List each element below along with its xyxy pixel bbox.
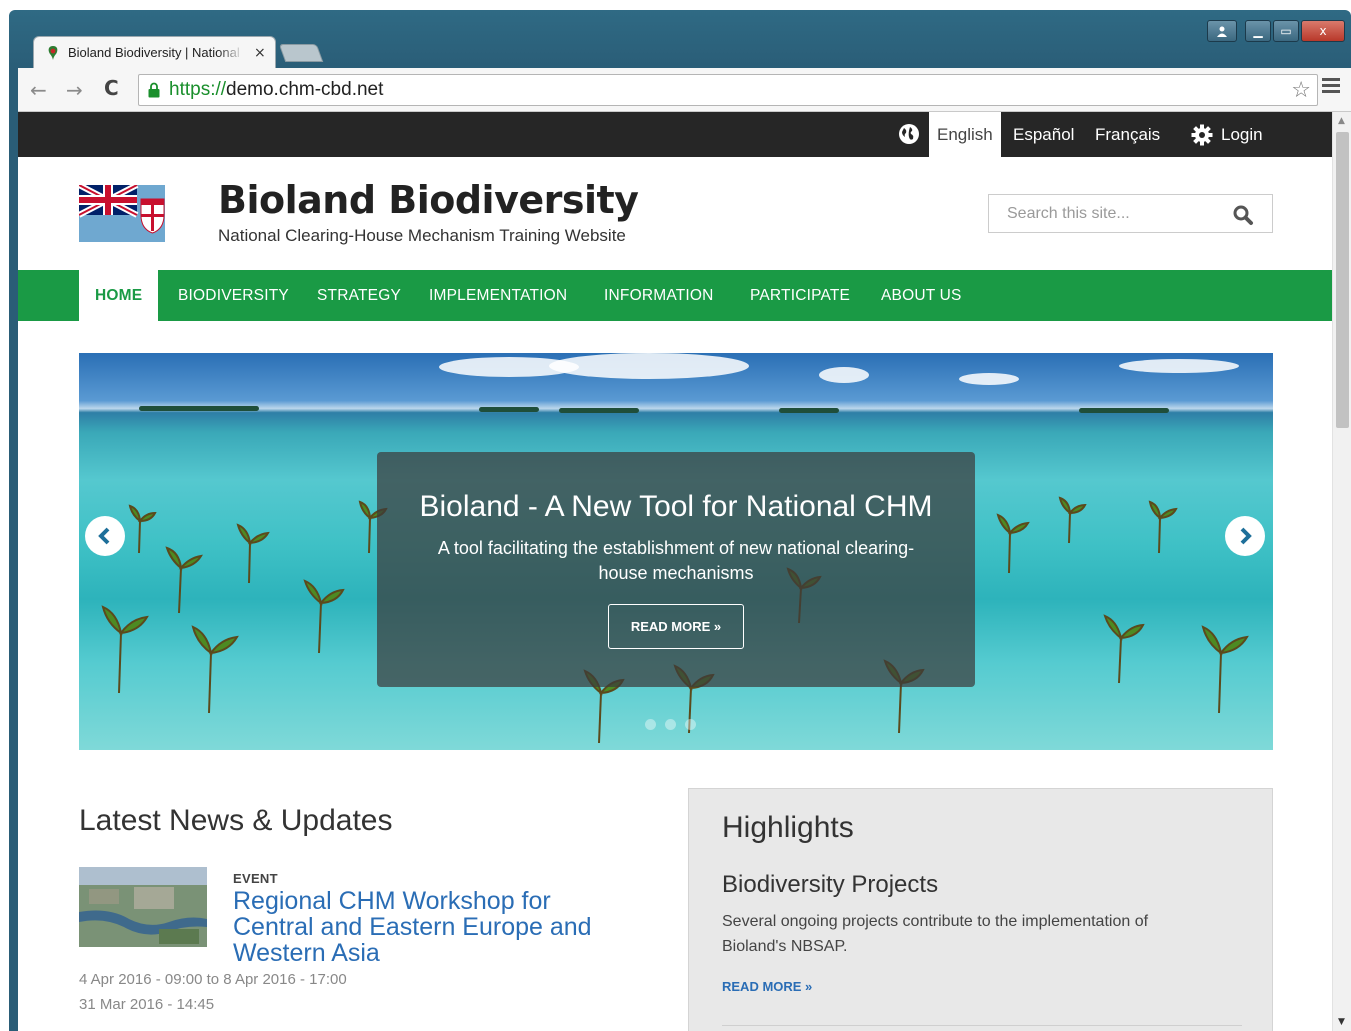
divider: [722, 1025, 1242, 1026]
minimize-button[interactable]: ▁: [1245, 20, 1271, 42]
news-event-dates: 4 Apr 2016 - 09:00 to 8 Apr 2016 - 17:00: [79, 971, 347, 988]
news-type-label: EVENT: [233, 871, 278, 886]
news-posted-date: 31 Mar 2016 - 14:45: [79, 996, 215, 1013]
slider-next-button[interactable]: [1225, 516, 1265, 556]
forward-arrow-icon[interactable]: →: [66, 78, 83, 102]
gear-icon: [1191, 124, 1213, 146]
login-link[interactable]: Login: [1191, 112, 1263, 157]
tab-close-icon[interactable]: ×: [254, 45, 266, 61]
search-input[interactable]: [989, 195, 1229, 232]
news-heading: Latest News & Updates: [79, 804, 393, 837]
browser-toolbar: ← → C https://demo.chm-cbd.net ☆: [18, 68, 1351, 112]
news-thumbnail[interactable]: [79, 867, 207, 947]
nav-biodiversity[interactable]: BIODIVERSITY: [178, 270, 289, 321]
address-bar[interactable]: https://demo.chm-cbd.net ☆: [138, 74, 1318, 106]
nav-home[interactable]: HOME: [79, 270, 159, 321]
login-label: Login: [1221, 124, 1263, 144]
top-bar: English Español Français Login: [18, 112, 1332, 157]
bookmark-star-icon[interactable]: ☆: [1291, 78, 1311, 103]
chevron-right-icon: [1240, 527, 1252, 545]
highlights-read-more-link[interactable]: READ MORE »: [722, 979, 812, 994]
globe-icon: [898, 123, 920, 150]
slide-title: Bioland - A New Tool for National CHM: [419, 490, 933, 523]
user-icon[interactable]: [1207, 20, 1237, 42]
nav-implementation[interactable]: IMPLEMENTATION: [429, 270, 567, 321]
slide-caption: Bioland - A New Tool for National CHM A …: [377, 452, 975, 687]
favicon-icon: [46, 45, 60, 61]
main-nav: HOME BIODIVERSITY STRATEGY IMPLEMENTATIO…: [18, 270, 1332, 321]
language-espanol[interactable]: Español: [1013, 112, 1074, 157]
highlights-text: Several ongoing projects contribute to t…: [722, 913, 1149, 955]
window-controls: ▁ ▭ x: [1207, 20, 1345, 42]
chevron-left-icon: [98, 527, 110, 545]
nav-information[interactable]: INFORMATION: [604, 270, 714, 321]
slider-prev-button[interactable]: [85, 516, 125, 556]
slide-text: A tool facilitating the establishment of…: [437, 538, 915, 583]
scroll-up-arrow-icon[interactable]: ▲: [1338, 116, 1345, 126]
tab-title: Bioland Biodiversity | National Clearing…: [68, 45, 244, 60]
highlights-heading: Highlights: [722, 811, 854, 844]
flag-logo[interactable]: [79, 185, 165, 242]
slide-read-more-button[interactable]: READ MORE »: [607, 604, 745, 649]
slider-dot[interactable]: [645, 719, 656, 730]
highlights-subheading: Biodiversity Projects: [722, 871, 939, 898]
maximize-button[interactable]: ▭: [1273, 20, 1299, 42]
reload-icon[interactable]: C: [104, 76, 119, 100]
language-francais[interactable]: Français: [1095, 112, 1160, 157]
url-scheme: https://: [169, 79, 227, 100]
hero-slider: Bioland - A New Tool for National CHM A …: [79, 353, 1273, 750]
search-box: [988, 194, 1273, 233]
site-title[interactable]: Bioland Biodiversity: [218, 178, 639, 222]
close-window-button[interactable]: x: [1301, 20, 1345, 42]
new-tab-button[interactable]: [278, 44, 324, 62]
nav-strategy[interactable]: STRATEGY: [317, 270, 401, 321]
back-arrow-icon[interactable]: ←: [30, 78, 47, 102]
lock-icon: [147, 82, 161, 98]
page-scrollbar[interactable]: ▲ ▼: [1332, 112, 1351, 1031]
url-host: demo.chm-cbd.net: [226, 79, 384, 100]
scroll-thumb[interactable]: [1336, 132, 1349, 428]
site-slogan: National Clearing-House Mechanism Traini…: [218, 226, 626, 245]
scroll-down-arrow-icon[interactable]: ▼: [1338, 1017, 1345, 1027]
language-english[interactable]: English: [929, 112, 1001, 157]
page-viewport: English Español Français Login Bioland B…: [18, 112, 1332, 1031]
search-icon[interactable]: [1232, 204, 1254, 231]
nav-about-us[interactable]: ABOUT US: [881, 270, 962, 321]
browser-tab[interactable]: Bioland Biodiversity | National Clearing…: [33, 36, 276, 68]
highlights-panel: Highlights Biodiversity Projects Several…: [688, 788, 1273, 1031]
nav-participate[interactable]: PARTICIPATE: [750, 270, 850, 321]
menu-icon[interactable]: [1322, 78, 1340, 96]
slider-dot[interactable]: [685, 719, 696, 730]
news-title-link[interactable]: Regional CHM Workshop for Central and Ea…: [233, 888, 633, 966]
slider-dot[interactable]: [665, 719, 676, 730]
desktop: ▁ ▭ x Bioland Biodiversity | National Cl…: [0, 0, 1351, 1031]
